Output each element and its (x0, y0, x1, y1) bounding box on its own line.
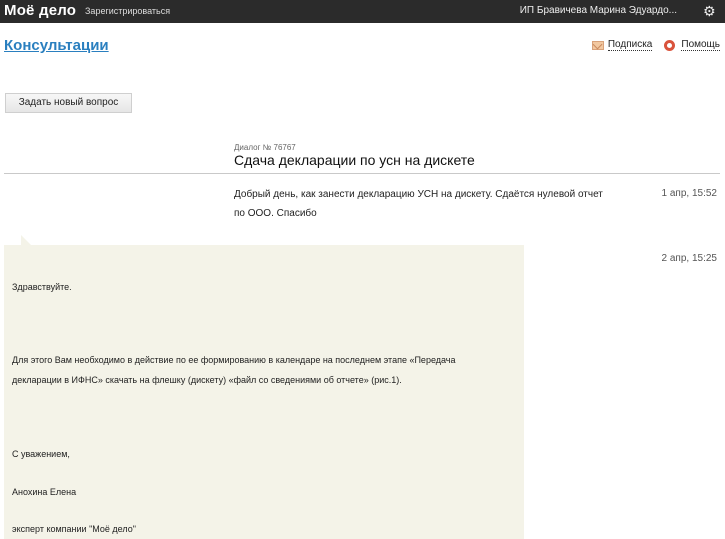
subscribe-label: Подписка (607, 39, 653, 51)
help-link[interactable]: Помощь (664, 39, 720, 51)
answer-author: Анохина Елена (12, 487, 77, 497)
help-label: Помощь (681, 39, 720, 51)
user-menu[interactable]: ИП Бравичева Марина Эдуардо... (520, 5, 677, 16)
app-logo[interactable]: Моё дело (4, 2, 76, 19)
header-links: Подписка Помощь (580, 39, 720, 51)
answer-regards: С уважением, (12, 449, 70, 459)
lifebuoy-icon (664, 39, 676, 51)
answer-timestamp: 2 апр, 15:25 (661, 253, 717, 264)
ask-question-button[interactable]: Задать новый вопрос (5, 93, 132, 113)
answer-author-role: эксперт компании "Моё дело" (12, 524, 136, 534)
dialog-title: Сдача декларации по усн на дискете (234, 152, 475, 168)
register-link[interactable]: Зарегистрироваться (85, 6, 170, 16)
question-timestamp: 1 апр, 15:52 (661, 188, 717, 199)
mail-icon (591, 40, 604, 50)
answer-body-line-1: Для этого Вам необходимо в действие по е… (12, 355, 456, 365)
page-title[interactable]: Консультации (4, 37, 109, 54)
dialog-number: Диалог № 76767 (234, 143, 296, 152)
gear-icon[interactable]: ⚙ (703, 4, 716, 18)
answer-bubble: Здравствуйте. Для этого Вам необходимо в… (4, 245, 524, 539)
top-bar: Моё дело Зарегистрироваться ИП Бравичева… (0, 0, 725, 23)
divider (4, 173, 720, 174)
answer-bubble-tail (21, 235, 31, 245)
answer-greeting: Здравствуйте. (12, 282, 72, 292)
answer-body-line-2: декларации в ИФНС» скачать на флешку (ди… (12, 375, 402, 385)
subscribe-link[interactable]: Подписка (591, 39, 653, 51)
question-text: Добрый день, как занести декларацию УСН … (234, 189, 603, 219)
